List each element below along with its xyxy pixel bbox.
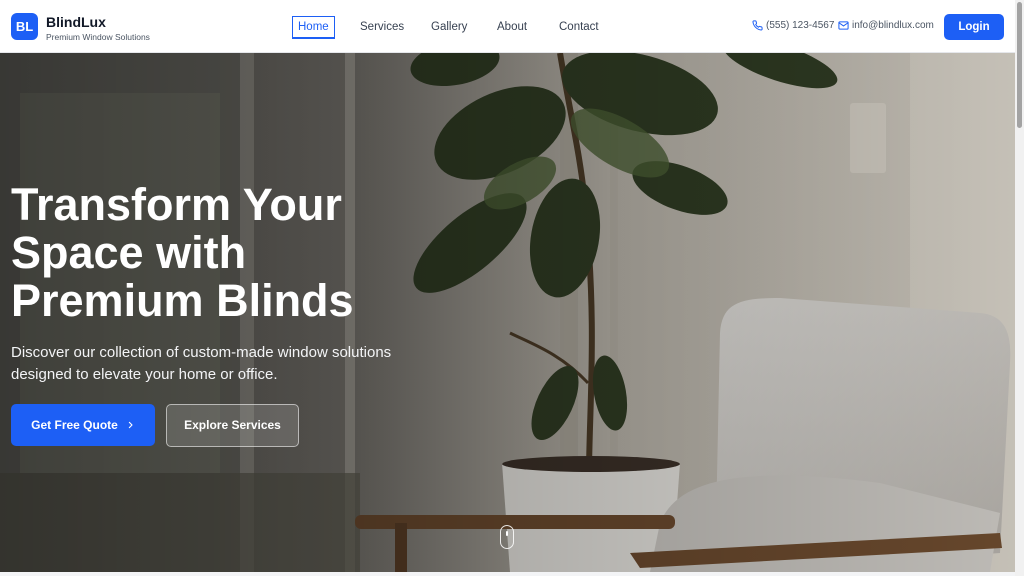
brand-tagline: Premium Window Solutions — [46, 32, 150, 42]
contact-email[interactable]: info@blindlux.com — [838, 20, 934, 31]
hero-subtitle: Discover our collection of custom-made w… — [11, 344, 392, 383]
scroll-dot — [506, 531, 508, 536]
get-free-quote-label: Get Free Quote — [31, 418, 118, 432]
hero-title: Transform Your Space with Premium Blinds — [11, 179, 354, 326]
hero-section: Transform Your Space with Premium Blinds… — [0, 53, 1015, 572]
login-button[interactable]: Login — [944, 14, 1004, 40]
nav-item-home[interactable]: Home — [292, 16, 335, 39]
site-header: BL BlindLux Premium Window Solutions Hom… — [0, 0, 1015, 53]
contact-email-text: info@blindlux.com — [852, 20, 934, 31]
nav-item-gallery[interactable]: Gallery — [431, 16, 467, 38]
chevron-right-icon — [128, 421, 133, 429]
get-free-quote-button[interactable]: Get Free Quote — [11, 404, 155, 446]
page: BL BlindLux Premium Window Solutions Hom… — [0, 0, 1024, 576]
page-scrollbar[interactable] — [1015, 0, 1024, 576]
next-section-edge — [0, 572, 1015, 576]
logo-badge[interactable]: BL — [11, 13, 38, 40]
mail-icon — [838, 21, 849, 30]
scrollbar-thumb[interactable] — [1017, 2, 1022, 128]
explore-services-button[interactable]: Explore Services — [166, 404, 299, 447]
mouse-scroll-icon[interactable] — [500, 525, 514, 549]
contact-phone-text: (555) 123-4567 — [766, 20, 835, 31]
phone-icon — [752, 20, 763, 31]
contact-phone[interactable]: (555) 123-4567 — [752, 20, 834, 31]
nav-item-services[interactable]: Services — [360, 16, 404, 38]
brand-name[interactable]: BlindLux — [46, 14, 106, 30]
nav-item-about[interactable]: About — [497, 16, 527, 38]
nav-item-contact[interactable]: Contact — [559, 16, 599, 38]
